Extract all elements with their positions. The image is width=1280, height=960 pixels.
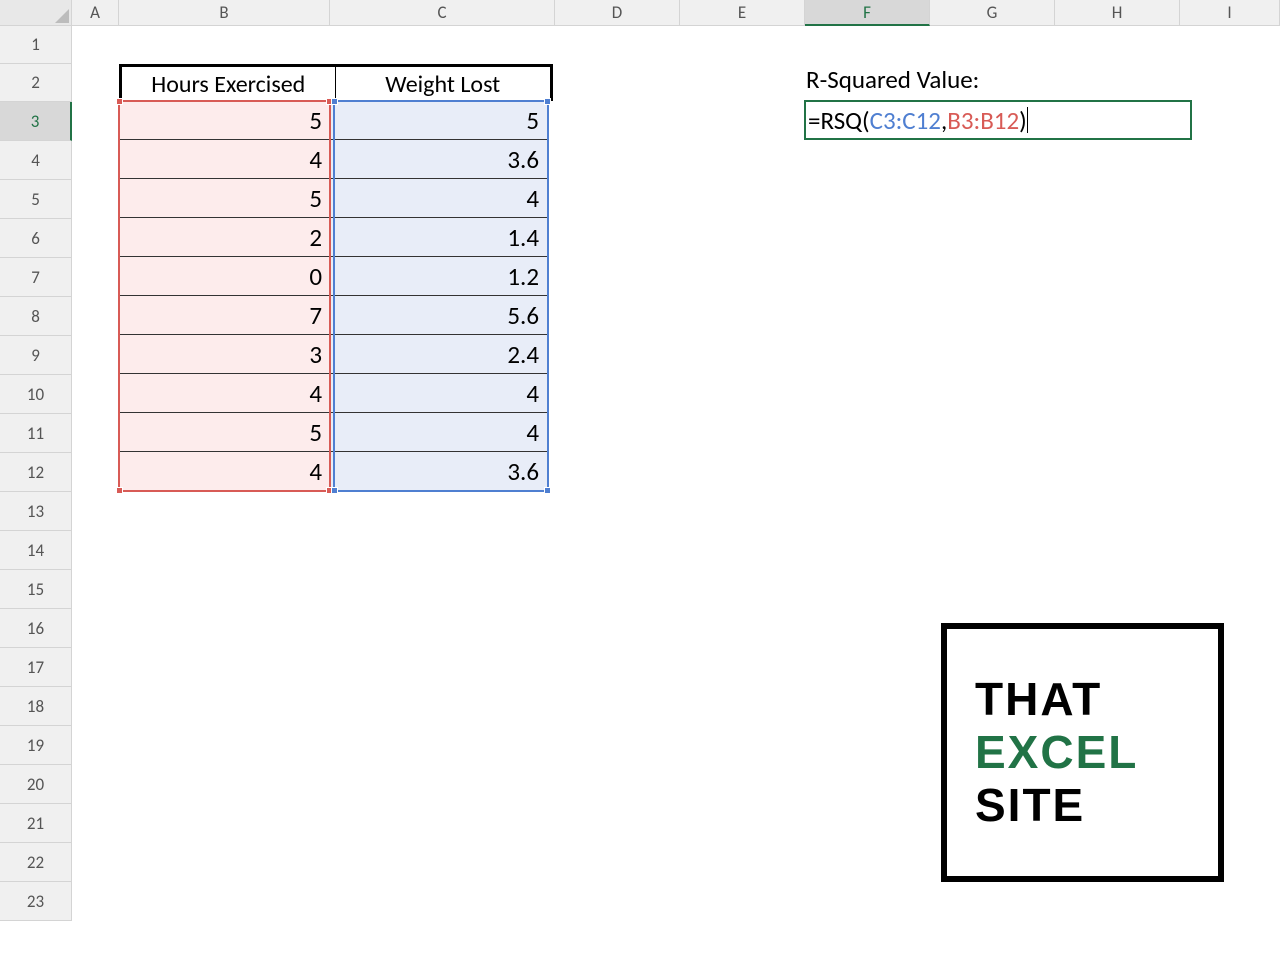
data-table: Hours Exercised Weight Lost 5452073454 5… xyxy=(119,64,553,491)
column-hours-exercised: 5452073454 xyxy=(119,101,330,491)
row-header-1[interactable]: 1 xyxy=(0,26,72,64)
column-header-b[interactable]: B xyxy=(119,0,330,26)
cell-b4[interactable]: 4 xyxy=(119,140,330,179)
row-header-10[interactable]: 10 xyxy=(0,375,72,414)
row-header-18[interactable]: 18 xyxy=(0,687,72,726)
row-header-22[interactable]: 22 xyxy=(0,843,72,882)
cell-b7[interactable]: 0 xyxy=(119,257,330,296)
cell-b10[interactable]: 4 xyxy=(119,374,330,413)
row-header-16[interactable]: 16 xyxy=(0,609,72,648)
column-header-row: ABCDEFGHI xyxy=(0,0,1280,26)
column-header-a[interactable]: A xyxy=(72,0,119,26)
row-header-5[interactable]: 5 xyxy=(0,180,72,219)
cell-b9[interactable]: 3 xyxy=(119,335,330,374)
cell-b11[interactable]: 5 xyxy=(119,413,330,452)
cell-b3[interactable]: 5 xyxy=(119,101,330,140)
row-header-14[interactable]: 14 xyxy=(0,531,72,570)
select-all-corner[interactable] xyxy=(0,0,72,26)
row-header-9[interactable]: 9 xyxy=(0,336,72,375)
cell-c4[interactable]: 3.6 xyxy=(330,140,547,179)
formula-equals: = xyxy=(808,105,820,136)
row-header-3[interactable]: 3 xyxy=(0,102,72,141)
rsq-label[interactable]: R-Squared Value: xyxy=(806,64,979,95)
formula-function-name: RSQ xyxy=(820,105,862,136)
column-header-i[interactable]: I xyxy=(1180,0,1280,26)
row-header-4[interactable]: 4 xyxy=(0,141,72,180)
row-header-17[interactable]: 17 xyxy=(0,648,72,687)
cell-c5[interactable]: 4 xyxy=(330,179,547,218)
column-header-d[interactable]: D xyxy=(555,0,680,26)
logo-line-2: EXCEL xyxy=(975,726,1218,779)
table-header-row: Hours Exercised Weight Lost xyxy=(119,64,553,101)
cell-c3[interactable]: 5 xyxy=(330,101,547,140)
cell-c9[interactable]: 2.4 xyxy=(330,335,547,374)
formula-arg-2: B3:B12 xyxy=(947,105,1019,136)
cell-b5[interactable]: 5 xyxy=(119,179,330,218)
row-header-19[interactable]: 19 xyxy=(0,726,72,765)
formula-arg-1: C3:C12 xyxy=(870,105,941,136)
column-header-g[interactable]: G xyxy=(930,0,1055,26)
column-header-e[interactable]: E xyxy=(680,0,805,26)
column-header-h[interactable]: H xyxy=(1055,0,1180,26)
cell-b12[interactable]: 4 xyxy=(119,452,330,491)
cell-c10[interactable]: 4 xyxy=(330,374,547,413)
cell-c8[interactable]: 5.6 xyxy=(330,296,547,335)
table-body: 5452073454 53.641.41.25.62.4443.6 xyxy=(119,101,553,491)
formula-editing-cell[interactable]: = RSQ ( C3:C12 , B3:B12 ) xyxy=(804,100,1192,140)
row-header-8[interactable]: 8 xyxy=(0,297,72,336)
text-cursor-icon xyxy=(1027,107,1028,133)
row-header-13[interactable]: 13 xyxy=(0,492,72,531)
logo-line-3: SITE xyxy=(975,779,1218,832)
cell-c12[interactable]: 3.6 xyxy=(330,452,547,491)
formula-close-paren: ) xyxy=(1019,105,1027,136)
row-header-6[interactable]: 6 xyxy=(0,219,72,258)
row-header-21[interactable]: 21 xyxy=(0,804,72,843)
column-header-c[interactable]: C xyxy=(330,0,555,26)
cell-b8[interactable]: 7 xyxy=(119,296,330,335)
row-header-15[interactable]: 15 xyxy=(0,570,72,609)
cell-c6[interactable]: 1.4 xyxy=(330,218,547,257)
row-header-7[interactable]: 7 xyxy=(0,258,72,297)
header-hours-exercised[interactable]: Hours Exercised xyxy=(122,67,335,101)
row-header-20[interactable]: 20 xyxy=(0,765,72,804)
row-header-11[interactable]: 11 xyxy=(0,414,72,453)
row-header-12[interactable]: 12 xyxy=(0,453,72,492)
column-weight-lost: 53.641.41.25.62.4443.6 xyxy=(330,101,547,491)
site-logo: THAT EXCEL SITE xyxy=(941,623,1224,882)
cell-c7[interactable]: 1.2 xyxy=(330,257,547,296)
cell-c11[interactable]: 4 xyxy=(330,413,547,452)
column-header-f[interactable]: F xyxy=(805,0,930,26)
row-header-2[interactable]: 2 xyxy=(0,64,72,102)
logo-line-1: THAT xyxy=(975,673,1218,726)
header-weight-lost[interactable]: Weight Lost xyxy=(335,67,551,101)
cell-b6[interactable]: 2 xyxy=(119,218,330,257)
formula-open-paren: ( xyxy=(862,105,870,136)
row-header-column: 1234567891011121314151617181920212223 xyxy=(0,26,72,921)
row-header-23[interactable]: 23 xyxy=(0,882,72,921)
